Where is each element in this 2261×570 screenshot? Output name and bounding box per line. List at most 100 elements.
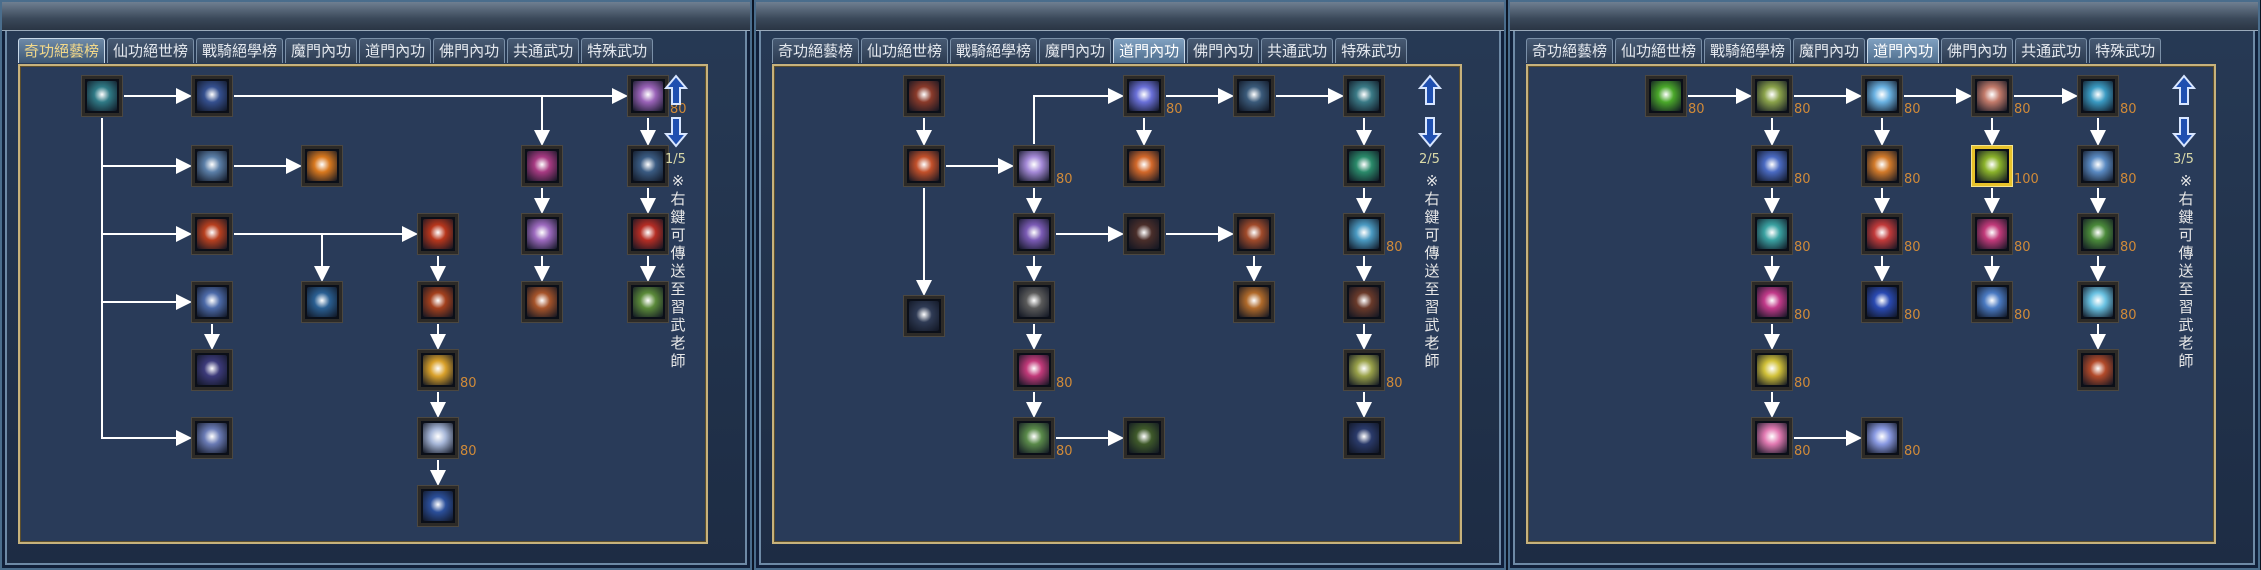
skill-icon[interactable] (1752, 350, 1792, 390)
skill-icon[interactable] (1972, 146, 2012, 186)
page-arrows-icon[interactable] (1418, 74, 1442, 148)
skill-icon[interactable] (2078, 76, 2118, 116)
skill-icon[interactable] (192, 146, 232, 186)
skill-icon[interactable] (522, 146, 562, 186)
skill-icon[interactable] (2078, 282, 2118, 322)
skill-icon[interactable] (1862, 146, 1902, 186)
tab-1[interactable]: 奇功絕藝榜 (18, 38, 106, 63)
skill-icon[interactable] (1862, 418, 1902, 458)
tab-7[interactable]: 共通武功 (507, 38, 580, 63)
skill-icon[interactable] (1124, 76, 1164, 116)
skill-icon-image (87, 81, 117, 111)
skill-icon[interactable] (1344, 214, 1384, 254)
skill-icon[interactable] (1234, 214, 1274, 254)
skill-icon[interactable] (1124, 146, 1164, 186)
tab-5[interactable]: 道門內功 (1113, 38, 1186, 63)
skill-icon[interactable] (1344, 76, 1384, 116)
tab-5[interactable]: 道門內功 (359, 38, 432, 63)
skill-icon[interactable] (2078, 214, 2118, 254)
skill-icon[interactable] (628, 214, 668, 254)
skill-icon[interactable] (628, 282, 668, 322)
skill-icon[interactable] (1344, 282, 1384, 322)
page-arrows-icon[interactable] (2172, 74, 2196, 148)
skill-icon[interactable] (302, 282, 342, 322)
skill-icon[interactable] (1124, 418, 1164, 458)
skill-icon[interactable] (302, 146, 342, 186)
skill-icon[interactable] (2078, 146, 2118, 186)
tab-1[interactable]: 奇功絕藝榜 (1526, 38, 1614, 63)
tab-5[interactable]: 道門內功 (1867, 38, 1940, 63)
tab-2[interactable]: 仙功絕世榜 (107, 38, 195, 63)
skill-level: 80 (2120, 172, 2137, 187)
skill-icon[interactable] (418, 486, 458, 526)
skill-icon[interactable] (1014, 214, 1054, 254)
tab-3[interactable]: 戰騎絕學榜 (950, 38, 1038, 63)
skill-icon-image (909, 301, 939, 331)
tab-8[interactable]: 特殊武功 (581, 38, 654, 63)
skill-icon[interactable] (628, 146, 668, 186)
skill-icon[interactable] (192, 282, 232, 322)
skill-level: 80 (2120, 240, 2137, 255)
skill-icon[interactable] (192, 214, 232, 254)
skill-icon[interactable] (522, 282, 562, 322)
skill-icon[interactable] (1862, 214, 1902, 254)
tab-3[interactable]: 戰騎絕學榜 (196, 38, 284, 63)
skill-icon[interactable] (1344, 146, 1384, 186)
skill-level: 80 (1688, 102, 1705, 117)
skill-icon[interactable] (1014, 418, 1054, 458)
skill-icon[interactable] (1862, 76, 1902, 116)
skill-icon[interactable] (1752, 282, 1792, 322)
tab-6[interactable]: 佛門內功 (1187, 38, 1260, 63)
tab-3[interactable]: 戰騎絕學榜 (1704, 38, 1792, 63)
skill-icon[interactable] (1646, 76, 1686, 116)
skill-icon[interactable] (192, 76, 232, 116)
skill-icon[interactable] (1752, 146, 1792, 186)
skill-icon[interactable] (904, 296, 944, 336)
skill-icon[interactable] (1972, 282, 2012, 322)
tab-2[interactable]: 仙功絕世榜 (1615, 38, 1703, 63)
skill-icon[interactable] (904, 146, 944, 186)
skill-icon[interactable] (1344, 418, 1384, 458)
skill-icon[interactable] (418, 418, 458, 458)
skill-icon[interactable] (1344, 350, 1384, 390)
skill-icon[interactable] (1752, 418, 1792, 458)
skill-icon[interactable] (2078, 350, 2118, 390)
page-arrows-icon[interactable] (664, 74, 688, 148)
skill-icon[interactable] (1014, 282, 1054, 322)
tab-6[interactable]: 佛門內功 (1941, 38, 2014, 63)
skill-icon[interactable] (628, 76, 668, 116)
skill-icon[interactable] (418, 282, 458, 322)
skill-icon[interactable] (1972, 76, 2012, 116)
tab-6[interactable]: 佛門內功 (433, 38, 506, 63)
skill-icon[interactable] (192, 350, 232, 390)
skill-icon[interactable] (82, 76, 122, 116)
tab-4[interactable]: 魔門內功 (1039, 38, 1112, 63)
skill-icon-image (1129, 423, 1159, 453)
skill-icon[interactable] (1124, 214, 1164, 254)
skill-icon[interactable] (192, 418, 232, 458)
skill-icon[interactable] (1862, 282, 1902, 322)
skill-icon[interactable] (522, 214, 562, 254)
skill-icon[interactable] (418, 214, 458, 254)
skill-icon-image (1757, 151, 1787, 181)
skill-icon[interactable] (1972, 214, 2012, 254)
tab-1[interactable]: 奇功絕藝榜 (772, 38, 860, 63)
skill-icon[interactable] (1752, 214, 1792, 254)
tab-2[interactable]: 仙功絕世榜 (861, 38, 949, 63)
skill-icon-image (423, 287, 453, 317)
tab-7[interactable]: 共通武功 (2015, 38, 2088, 63)
skill-icon[interactable] (418, 350, 458, 390)
skill-icon-image (1867, 423, 1897, 453)
tab-4[interactable]: 魔門內功 (285, 38, 358, 63)
tab-8[interactable]: 特殊武功 (1335, 38, 1408, 63)
skill-icon[interactable] (1234, 282, 1274, 322)
skill-icon[interactable] (1014, 146, 1054, 186)
skill-icon[interactable] (1014, 350, 1054, 390)
tab-7[interactable]: 共通武功 (1261, 38, 1334, 63)
skill-icon[interactable] (1234, 76, 1274, 116)
skill-icon[interactable] (1752, 76, 1792, 116)
skill-icon-image (527, 151, 557, 181)
skill-icon[interactable] (904, 76, 944, 116)
tab-8[interactable]: 特殊武功 (2089, 38, 2162, 63)
tab-4[interactable]: 魔門內功 (1793, 38, 1866, 63)
